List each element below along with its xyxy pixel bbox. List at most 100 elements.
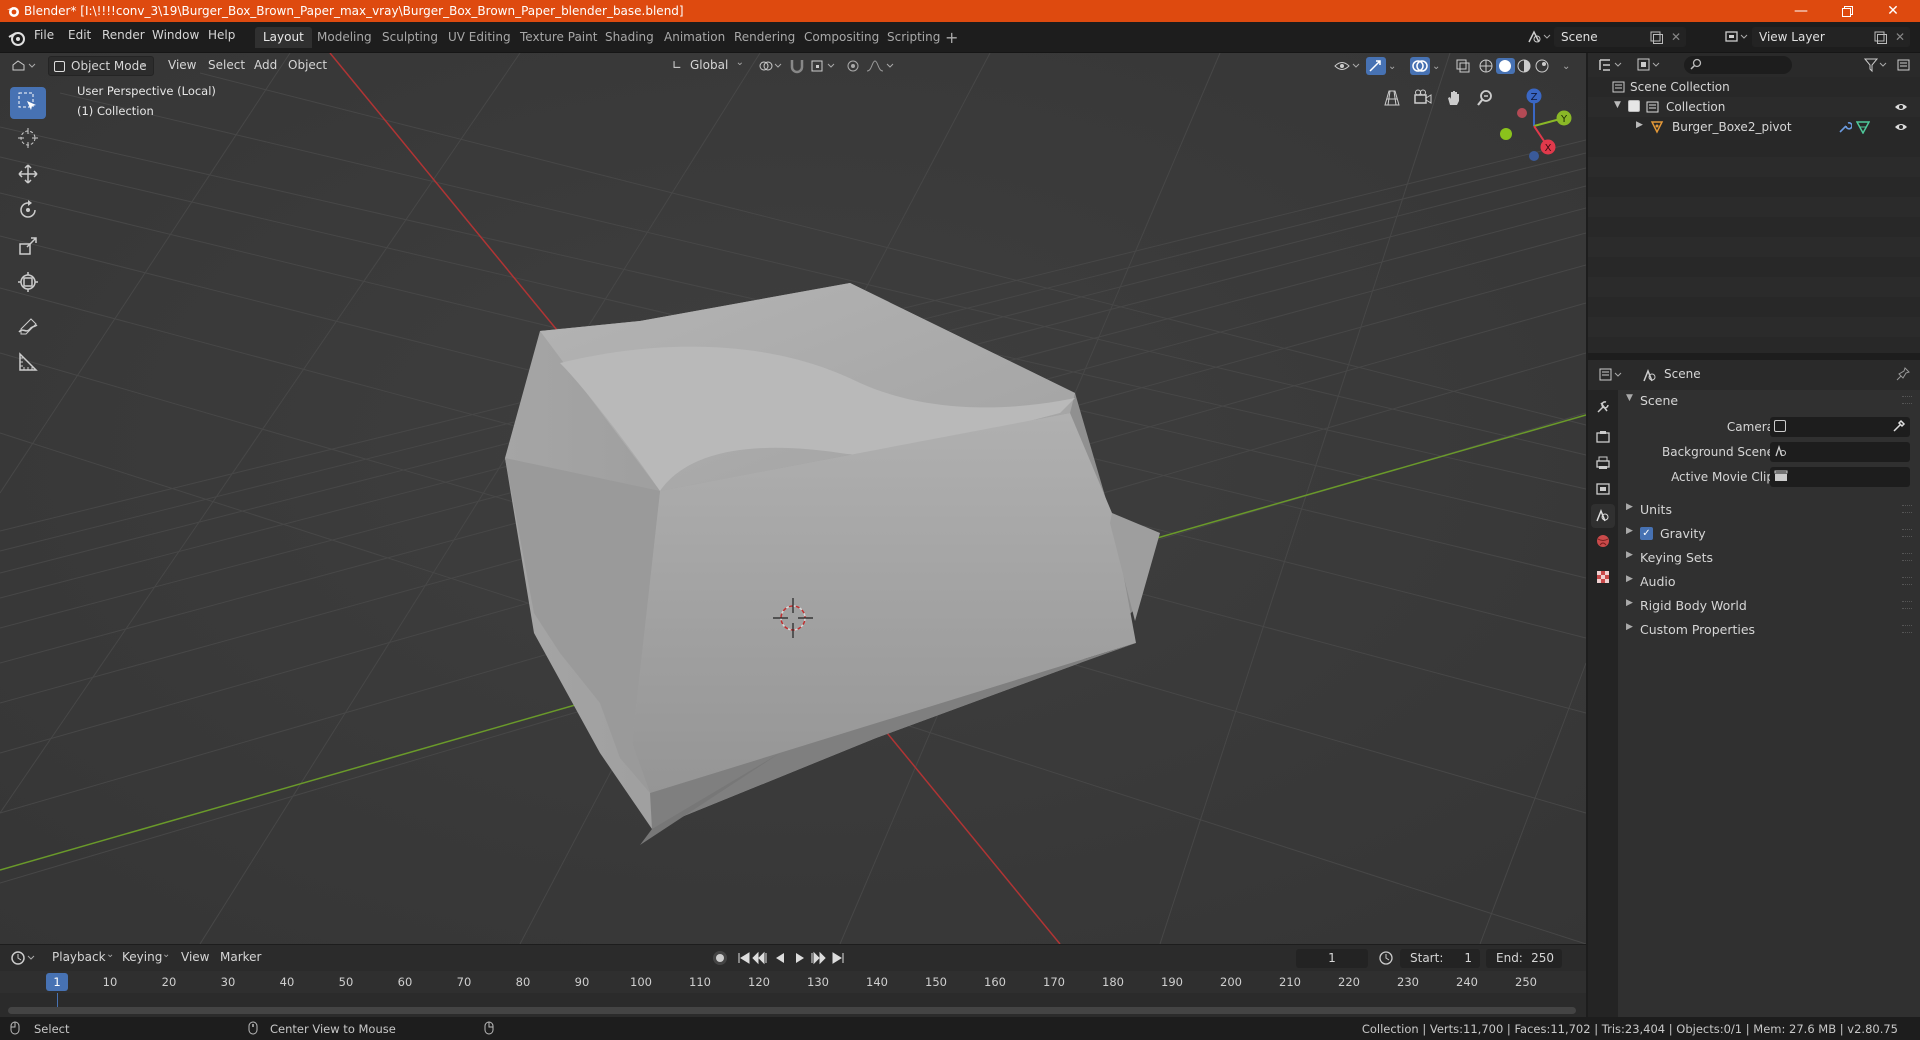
close-icon[interactable]: ✕: [1870, 0, 1916, 22]
tab-scripting[interactable]: Scripting: [879, 27, 948, 48]
menu-edit[interactable]: Edit: [68, 28, 91, 42]
playback-controls[interactable]: [736, 950, 848, 966]
outliner-search-input[interactable]: [1684, 56, 1792, 74]
menu-render[interactable]: Render: [102, 28, 145, 42]
record-button[interactable]: [712, 950, 728, 966]
panel-keying-sets[interactable]: ▶ Keying Sets: [1624, 547, 1914, 569]
eyedropper-icon[interactable]: [1892, 419, 1906, 436]
viewport-menu-add[interactable]: Add: [248, 56, 283, 76]
expand-arrow-icon[interactable]: ▼: [1614, 100, 1621, 110]
filter-icon[interactable]: [1863, 57, 1890, 73]
scene-selector[interactable]: Scene ✕: [1554, 27, 1686, 47]
toggle-camera-ortho-button[interactable]: [1378, 85, 1406, 113]
outliner-editor-type-icon[interactable]: [1598, 57, 1626, 73]
view-layer-selector[interactable]: View Layer ✕: [1752, 27, 1910, 47]
tab-texture[interactable]: [1591, 566, 1615, 590]
remove-scene-icon[interactable]: ✕: [1671, 30, 1681, 44]
chevron-down-icon[interactable]: ⌄: [106, 949, 114, 960]
outliner-row-collection[interactable]: ▼ Collection: [1588, 97, 1920, 117]
viewport-menu-select[interactable]: Select: [202, 56, 251, 76]
new-scene-icon[interactable]: [1650, 31, 1663, 47]
mesh-data-icon[interactable]: [1855, 120, 1871, 137]
drag-handle-icon[interactable]: [1902, 601, 1912, 609]
navigation-gizmo[interactable]: Z Y X: [1492, 84, 1576, 168]
tab-texture-paint[interactable]: Texture Paint: [512, 27, 605, 48]
proportional-editing-icon[interactable]: [846, 59, 860, 73]
tab-modeling[interactable]: Modeling: [309, 27, 380, 48]
tab-shading[interactable]: Shading: [597, 27, 662, 48]
start-frame-field[interactable]: Start: 1: [1400, 949, 1480, 968]
editor-type-icon[interactable]: [10, 58, 38, 74]
snap-toggle-icon[interactable]: [790, 58, 804, 74]
overlays-toggle-icon[interactable]: [1410, 57, 1430, 75]
eye-icon[interactable]: [1894, 101, 1908, 116]
selectability-visibility-icon[interactable]: [1334, 59, 1362, 73]
chevron-down-icon[interactable]: ⌄: [1388, 61, 1396, 72]
tool-transform[interactable]: [10, 267, 46, 299]
drag-handle-icon[interactable]: [1902, 529, 1912, 537]
viewport-menu-object[interactable]: Object: [282, 56, 333, 76]
new-collection-icon[interactable]: [1896, 57, 1912, 73]
panel-custom-properties[interactable]: ▶ Custom Properties: [1624, 619, 1914, 641]
transform-orientation-selector[interactable]: ∟ Global ⌄: [668, 56, 748, 76]
current-frame-field[interactable]: 1: [1296, 949, 1368, 968]
chevron-down-icon[interactable]: ⌄: [1562, 61, 1570, 72]
clock-icon[interactable]: [1378, 950, 1394, 969]
remove-view-layer-icon[interactable]: ✕: [1895, 30, 1905, 44]
properties-editor-type-icon[interactable]: [1598, 367, 1626, 383]
outliner-row-object[interactable]: ▶ Burger_Boxe2_pivot: [1588, 117, 1920, 137]
timeline-scrollbar[interactable]: [8, 1007, 1576, 1014]
expand-arrow-icon[interactable]: ▶: [1636, 120, 1643, 130]
menu-window[interactable]: Window: [152, 28, 199, 42]
panel-gravity[interactable]: ▶ ✓ Gravity: [1624, 523, 1914, 545]
viewport-menu-view[interactable]: View: [162, 56, 202, 76]
drag-handle-icon[interactable]: [1902, 625, 1912, 633]
tool-select-box[interactable]: [10, 87, 46, 119]
restore-icon[interactable]: [1824, 0, 1870, 22]
chevron-down-icon[interactable]: ⌄: [1432, 61, 1440, 72]
collection-exclude-checkbox[interactable]: [1628, 100, 1640, 112]
panel-rigid-body-world[interactable]: ▶ Rigid Body World: [1624, 595, 1914, 617]
tab-sculpting[interactable]: Sculpting: [374, 27, 446, 48]
blender-menu-icon[interactable]: [8, 29, 26, 47]
tab-rendering[interactable]: Rendering: [726, 27, 803, 48]
3d-viewport[interactable]: Object Mode ⌄ View Select Add Object ∟ G…: [0, 53, 1586, 944]
eye-icon[interactable]: [1894, 121, 1908, 136]
timeline-menu-playback[interactable]: Playback: [52, 950, 106, 964]
drag-handle-icon[interactable]: [1902, 396, 1912, 404]
add-workspace-icon[interactable]: +: [945, 28, 958, 47]
timeline-menu-view[interactable]: View: [181, 950, 209, 964]
tool-cursor[interactable]: [10, 123, 46, 155]
mode-selector[interactable]: Object Mode ⌄: [48, 56, 154, 76]
tab-animation[interactable]: Animation: [656, 27, 733, 48]
background-scene-field[interactable]: [1770, 442, 1910, 462]
menu-file[interactable]: File: [34, 28, 54, 42]
xray-toggle-icon[interactable]: [1456, 59, 1470, 73]
scene-section-header[interactable]: ▼ Scene: [1624, 390, 1914, 412]
minimize-icon[interactable]: —: [1778, 0, 1824, 22]
tool-measure[interactable]: [10, 347, 46, 379]
timeline-menu-marker[interactable]: Marker: [220, 950, 261, 964]
pin-icon[interactable]: [1896, 367, 1910, 384]
drag-handle-icon[interactable]: [1902, 553, 1912, 561]
tab-compositing[interactable]: Compositing: [796, 27, 887, 48]
drag-handle-icon[interactable]: [1902, 577, 1912, 585]
active-movie-clip-field[interactable]: [1770, 467, 1910, 487]
timeline-editor-type-icon[interactable]: [10, 950, 38, 966]
modifier-wrench-icon[interactable]: [1838, 120, 1853, 137]
tool-scale[interactable]: [10, 231, 46, 263]
chevron-down-icon[interactable]: ⌄: [162, 949, 170, 960]
display-mode-icon[interactable]: [1636, 57, 1664, 73]
tab-tool[interactable]: [1591, 396, 1615, 420]
camera-field[interactable]: [1770, 417, 1910, 437]
tab-uv-editing[interactable]: UV Editing: [440, 27, 519, 48]
pan-view-button[interactable]: [1440, 85, 1468, 113]
tool-rotate[interactable]: [10, 195, 46, 227]
falloff-icon[interactable]: [866, 59, 896, 73]
tool-annotate[interactable]: [10, 311, 46, 343]
camera-view-button[interactable]: [1409, 85, 1437, 113]
tab-layout[interactable]: Layout: [255, 27, 312, 48]
tab-world[interactable]: [1591, 530, 1615, 554]
pivot-point-icon[interactable]: [758, 59, 784, 73]
panel-units[interactable]: ▶ Units: [1624, 499, 1914, 521]
